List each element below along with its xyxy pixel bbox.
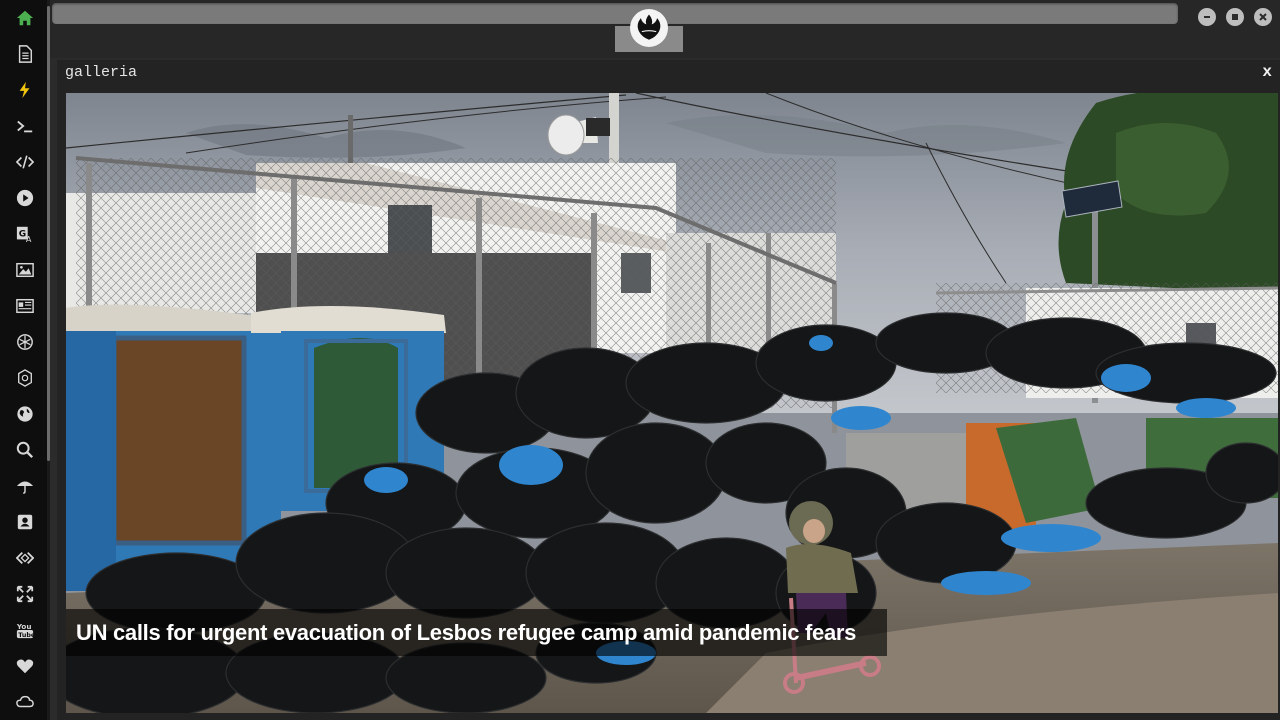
heart-icon[interactable]	[12, 653, 38, 679]
youtube-icon[interactable]: You Tube	[12, 617, 38, 643]
news-icon[interactable]	[12, 293, 38, 319]
svg-text:Tube: Tube	[18, 632, 34, 639]
rebel-alliance-logo-icon[interactable]	[630, 9, 668, 47]
image-icon[interactable]	[12, 257, 38, 283]
panel-close-button[interactable]: x	[1262, 63, 1272, 81]
galactic-empire-icon[interactable]	[12, 365, 38, 391]
contact-card-icon[interactable]	[12, 509, 38, 535]
svg-text:A: A	[26, 234, 32, 243]
play-icon[interactable]	[12, 185, 38, 211]
search-icon[interactable]	[12, 437, 38, 463]
rebel-alliance-icon[interactable]	[12, 329, 38, 355]
code-icon[interactable]	[12, 149, 38, 175]
expand-icon[interactable]	[12, 581, 38, 607]
cloud-icon[interactable]	[12, 689, 38, 715]
gallery-panel: galleria x UN calls for urgent evacuatio…	[57, 60, 1280, 720]
lightning-icon[interactable]	[12, 77, 38, 103]
terminal-icon[interactable]	[12, 113, 38, 139]
gallery-photo[interactable]: UN calls for urgent evacuation of Lesbos…	[66, 93, 1278, 713]
home-icon[interactable]	[12, 5, 38, 31]
svg-text:You: You	[16, 622, 32, 631]
top-search-bar[interactable]	[52, 3, 1178, 24]
photo-caption: UN calls for urgent evacuation of Lesbos…	[66, 609, 887, 656]
minimize-icon[interactable]	[1198, 8, 1216, 26]
translate-icon[interactable]: GA	[12, 221, 38, 247]
sidebar-scrollbar-thumb[interactable]	[47, 6, 50, 461]
close-icon[interactable]	[1254, 8, 1272, 26]
document-icon[interactable]	[12, 41, 38, 67]
photo-caption-text: UN calls for urgent evacuation of Lesbos…	[76, 619, 857, 645]
panel-title: galleria	[65, 64, 138, 81]
svg-text:G: G	[19, 230, 26, 240]
embed-icon[interactable]	[12, 545, 38, 571]
globe-icon[interactable]	[12, 401, 38, 427]
maximize-icon[interactable]	[1226, 8, 1244, 26]
umbrella-icon[interactable]	[12, 473, 38, 499]
left-sidebar: GA You Tube	[0, 0, 50, 720]
